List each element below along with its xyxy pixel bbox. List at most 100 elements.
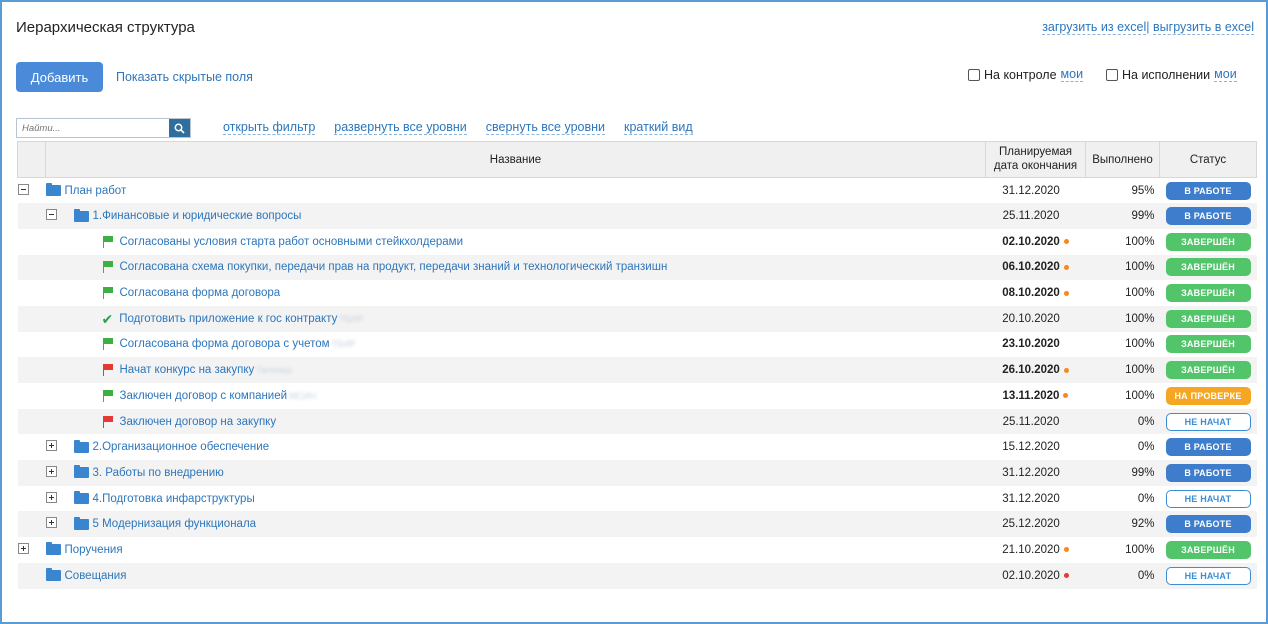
row-title-link[interactable]: 1.Финансовые и юридические вопросы (93, 210, 302, 222)
status-badge[interactable]: ЗАВЕРШЁН (1165, 258, 1251, 277)
row-expand-cell (18, 434, 46, 460)
table-row[interactable]: Совещания 02.10.2020 0% НЕ НАЧАТ (17, 562, 1257, 589)
row-title-link[interactable]: План работ (65, 185, 127, 197)
expand-plus-icon[interactable] (45, 465, 57, 477)
redacted-text: МСИН (289, 390, 317, 401)
table-row[interactable]: 4.Подготовка инфарструктуры 31.12.2020 0% Н… (18, 486, 1257, 512)
redacted-text: ТБИР (331, 339, 356, 350)
row-title-link[interactable]: Совещания (65, 570, 127, 582)
status-badge[interactable]: В РАБОТЕ (1165, 207, 1251, 226)
status-badge[interactable]: ЗАВЕРШЁН (1165, 232, 1251, 251)
row-title-link[interactable]: 5 Модернизация функционала (93, 518, 257, 530)
row-status-cell: В РАБОТЕ (1160, 178, 1257, 204)
table-row[interactable]: Согласованы условия старта работ основны… (18, 229, 1257, 255)
expand-plus-icon[interactable] (45, 440, 57, 452)
row-title-link[interactable]: Поручения (65, 544, 123, 556)
table-row[interactable]: Заключен договор с компанией МСИН 13.11.20… (18, 383, 1257, 409)
row-date: 06.10.2020 (1002, 261, 1060, 274)
row-title-link[interactable]: Заключен договор на закупку (120, 416, 277, 428)
table-row[interactable]: Согласована форма договора с учетом ТБИР 2… (18, 332, 1257, 358)
table-row[interactable]: 3. Работы по внедрению 31.12.2020 99% В РАБ… (17, 460, 1257, 486)
expand-plus-icon[interactable] (17, 542, 29, 554)
row-date-cell: 02.10.2020 (986, 229, 1086, 255)
search-input[interactable] (17, 119, 169, 137)
row-name-cell: 4.Подготовка инфарструктуры (45, 486, 986, 512)
status-badge[interactable]: В РАБОТЕ (1165, 515, 1251, 534)
table-row[interactable]: Начат конкурс на закупку Тагонаш 26.10.202… (17, 357, 1257, 383)
table-row[interactable]: Поручения 21.10.2020 100% ЗАВЕРШЁН (17, 537, 1257, 563)
collapse-minus-icon[interactable] (45, 209, 57, 221)
on-execution-checkbox[interactable] (1106, 68, 1118, 81)
table-row[interactable]: Согласована форма договора 08.10.2020 100%… (18, 280, 1257, 306)
table-row[interactable]: 1.Финансовые и юридические вопросы 25.11.… (17, 203, 1257, 229)
row-title-link[interactable]: 4.Подготовка инфарструктуры (93, 493, 255, 505)
row-date-cell: 25.12.2020 (985, 511, 1086, 538)
status-badge[interactable]: ЗАВЕРШЁН (1165, 361, 1251, 380)
table-row[interactable]: 2.Организационное обеспечение 15.12.2020 0… (18, 434, 1257, 460)
add-button[interactable]: Добавить (16, 62, 103, 92)
status-badge[interactable]: В РАБОТЕ (1165, 463, 1251, 482)
row-title-link[interactable]: Подготовить приложение к гос контракту (119, 313, 337, 325)
open-filter-link[interactable]: открыть фильтр (223, 120, 316, 135)
expand-all-link[interactable]: развернуть все уровни (334, 120, 467, 135)
on-execution-filter: На исполнении мои (1106, 67, 1237, 82)
row-percent: 100% (1085, 357, 1160, 383)
row-name-cell: Согласована форма договора с учетом ТБИР (46, 332, 986, 358)
row-title-link[interactable]: Согласована форма договора (120, 287, 281, 299)
row-name-cell: 3. Работы по внедрению (45, 460, 986, 486)
upload-excel-link[interactable]: загрузить из excel (1042, 20, 1147, 35)
row-status-cell: ЗАВЕРШЁН (1159, 254, 1257, 281)
row-date: 31.12.2020 (1002, 184, 1060, 197)
excel-links: загрузить из excel| выгрузить в excel (1042, 20, 1254, 35)
status-badge[interactable]: НЕ НАЧАТ (1165, 566, 1251, 585)
row-name-cell: 1.Финансовые и юридические вопросы (45, 203, 986, 229)
orange-deadline-dot-icon (1063, 290, 1069, 296)
row-date: 31.12.2020 (1002, 466, 1060, 479)
expand-plus-icon[interactable] (45, 491, 57, 503)
expand-plus-icon[interactable] (45, 517, 57, 529)
table-row[interactable]: План работ 31.12.2020 95% В РАБОТЕ (17, 178, 1257, 204)
row-title-link[interactable]: Согласована схема покупки, передачи прав… (120, 261, 668, 273)
status-badge[interactable]: НЕ НАЧАТ (1165, 412, 1251, 431)
row-status-cell: ЗАВЕРШЁН (1160, 280, 1257, 306)
on-control-checkbox[interactable] (968, 68, 980, 81)
status-badge[interactable]: НЕ НАЧАТ (1165, 489, 1251, 508)
row-expand-cell (18, 229, 46, 255)
row-title-link[interactable]: Согласована форма договора с учетом (120, 338, 330, 350)
table-row[interactable]: Заключен договор на закупку 25.11.2020 0% Н… (17, 408, 1257, 435)
table-row[interactable]: 5 Модернизация функционала 25.12.2020 92% В… (17, 511, 1257, 538)
header-status[interactable]: Статус (1159, 141, 1257, 178)
header-date-line1: Планируемая (999, 145, 1072, 158)
row-date: 20.10.2020 (1002, 312, 1060, 325)
brief-view-link[interactable]: краткий вид (624, 120, 693, 135)
header-done[interactable]: Выполнено (1085, 141, 1160, 178)
row-percent: 100% (1125, 389, 1155, 402)
download-excel-link[interactable]: выгрузить в excel (1153, 20, 1254, 35)
header-name[interactable]: Название (45, 141, 986, 178)
status-badge[interactable]: ЗАВЕРШЁН (1165, 335, 1251, 354)
row-title-link[interactable]: Согласованы условия старта работ основны… (120, 236, 464, 248)
status-badge[interactable]: НА ПРОВЕРКЕ (1165, 386, 1251, 405)
row-title-link[interactable]: 3. Работы по внедрению (93, 467, 224, 479)
status-badge[interactable]: ЗАВЕРШЁН (1165, 540, 1251, 559)
collapse-minus-icon[interactable] (17, 183, 29, 195)
search-button[interactable] (169, 119, 190, 137)
status-badge[interactable]: В РАБОТЕ (1165, 438, 1251, 457)
status-badge[interactable]: ЗАВЕРШЁН (1165, 309, 1251, 328)
show-hidden-fields-link[interactable]: Показать скрытые поля (116, 70, 253, 84)
row-percent: 99% (1085, 203, 1160, 229)
row-title-link[interactable]: Заключен договор с компанией (120, 390, 288, 402)
table-row[interactable]: Согласована схема покупки, передачи прав… (17, 254, 1257, 281)
row-title-link[interactable]: Начат конкурс на закупку (120, 364, 255, 376)
search-box (16, 118, 191, 138)
row-percent: 100% (1085, 254, 1160, 281)
row-date-cell: 13.11.2020 (986, 383, 1086, 409)
collapse-all-link[interactable]: свернуть все уровни (485, 120, 606, 135)
status-badge[interactable]: В РАБОТЕ (1165, 181, 1251, 200)
table-row[interactable]: ✔ Подготовить приложение к гос контракту Т… (17, 305, 1257, 332)
on-execution-mine-link[interactable]: мои (1214, 67, 1237, 82)
status-badge[interactable]: ЗАВЕРШЁН (1165, 284, 1251, 303)
on-control-mine-link[interactable]: мои (1060, 67, 1084, 82)
header-date[interactable]: Планируемая дата окончания (985, 141, 1086, 178)
row-title-link[interactable]: 2.Организационное обеспечение (93, 441, 270, 453)
